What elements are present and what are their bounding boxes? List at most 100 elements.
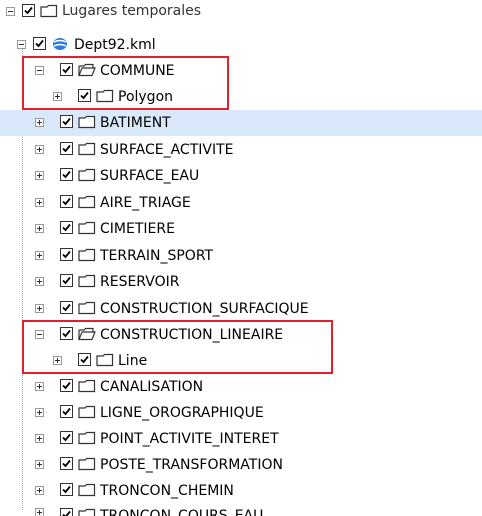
checkbox-checked-icon[interactable]: [60, 457, 73, 470]
checkbox-checked-icon[interactable]: [60, 379, 73, 392]
tree-label-commune: COMMUNE: [100, 63, 175, 79]
folder-icon: [78, 508, 96, 516]
folder-icon: [78, 115, 96, 129]
tree-row-line[interactable]: Line: [0, 348, 482, 374]
expand-icon[interactable]: [35, 277, 44, 286]
checkbox-checked-icon[interactable]: [60, 63, 73, 76]
tree-row-commune[interactable]: COMMUNE: [0, 58, 482, 84]
tree-row-folder[interactable]: LIGNE_OROGRAPHIQUE: [0, 400, 482, 426]
folder-icon: [40, 4, 58, 18]
collapse-icon[interactable]: [35, 330, 44, 339]
folder-icon: [96, 353, 114, 367]
tree-label-folder: BATIMENT: [100, 115, 171, 131]
checkbox-checked-icon[interactable]: [60, 274, 73, 287]
folder-icon: [78, 483, 96, 497]
tree-row-folder[interactable]: SURFACE_ACTIVITE: [0, 137, 482, 163]
folder-icon: [96, 89, 114, 103]
checkbox-checked-icon[interactable]: [60, 405, 73, 418]
expand-icon[interactable]: [35, 144, 44, 154]
tree-row-dept92[interactable]: Dept92.kml: [0, 32, 482, 58]
checkbox-checked-icon[interactable]: [60, 327, 73, 340]
checkbox-checked-icon[interactable]: [60, 115, 73, 128]
tree-label-dept92: Dept92.kml: [74, 37, 156, 53]
tree-label-folder: SURFACE_EAU: [100, 168, 200, 184]
expand-icon[interactable]: [35, 250, 44, 260]
checkbox-checked-icon[interactable]: [60, 508, 73, 516]
kml-globe-icon: [51, 37, 69, 51]
folder-icon: [78, 405, 96, 419]
expand-icon[interactable]: [35, 508, 44, 516]
expand-icon[interactable]: [35, 197, 44, 207]
expand-icon[interactable]: [53, 356, 62, 365]
expand-icon[interactable]: [35, 460, 44, 469]
tree-label-folder: RESERVOIR: [100, 274, 180, 290]
tree-row-bottom-partial[interactable]: TRONCON_COURS_EAU: [0, 502, 482, 516]
folder-icon: [78, 379, 96, 393]
expand-icon[interactable]: [35, 434, 44, 443]
checkbox-checked-icon[interactable]: [60, 300, 73, 314]
expand-icon[interactable]: [35, 171, 44, 180]
tree-label-line: Line: [118, 353, 148, 369]
tree-row-folder[interactable]: BATIMENT: [0, 110, 482, 136]
folder-icon: [78, 221, 96, 235]
tree-row-construction-lineaire[interactable]: CONSTRUCTION_LINEAIRE: [0, 322, 482, 348]
tree-row-polygon[interactable]: Polygon: [0, 84, 482, 110]
checkbox-checked-icon[interactable]: [60, 431, 73, 444]
folder-icon: [78, 274, 96, 288]
checkbox-checked-icon[interactable]: [60, 141, 73, 155]
checkbox-checked-icon[interactable]: [33, 37, 46, 50]
expand-icon[interactable]: [35, 303, 44, 313]
expand-icon[interactable]: [35, 118, 44, 127]
checkbox-checked-icon[interactable]: [78, 89, 91, 102]
open-folder-icon: [78, 63, 96, 77]
folder-icon: [78, 195, 96, 209]
tree-label-folder: POINT_ACTIVITE_INTERET: [100, 431, 279, 447]
tree-label-folder: LIGNE_OROGRAPHIQUE: [100, 405, 264, 421]
collapse-icon[interactable]: [6, 7, 15, 16]
tree-row-folder[interactable]: POINT_ACTIVITE_INTERET: [0, 426, 482, 452]
tree-row-folder[interactable]: RESERVOIR: [0, 269, 482, 295]
expand-icon[interactable]: [35, 408, 44, 417]
expand-icon[interactable]: [53, 92, 62, 101]
tree-label-polygon: Polygon: [118, 89, 174, 105]
tree-label-folder: AIRE_TRIAGE: [100, 194, 191, 211]
checkbox-checked-icon[interactable]: [22, 4, 35, 17]
checkbox-checked-icon[interactable]: [60, 247, 73, 261]
tree-row-folder[interactable]: CONSTRUCTION_SURFACIQUE: [0, 296, 482, 322]
tree-label-folder: CANALISATION: [100, 379, 204, 395]
tree-row-folder[interactable]: CANALISATION: [0, 374, 482, 400]
tree-label-construction-lineaire: CONSTRUCTION_LINEAIRE: [100, 327, 284, 343]
tree-row-top-partial[interactable]: Lugares temporales: [0, 3, 482, 30]
folder-icon: [78, 142, 96, 156]
open-folder-icon: [78, 327, 96, 341]
tree-row-folder[interactable]: SURFACE_EAU: [0, 163, 482, 189]
tree-row-folder[interactable]: CIMETIERE: [0, 216, 482, 242]
tree-label-folder: TERRAIN_SPORT: [100, 247, 214, 264]
tree-row-folder[interactable]: TRONCON_CHEMIN: [0, 478, 482, 504]
tree-row-folder[interactable]: TERRAIN_SPORT: [0, 243, 482, 269]
tree-label-top-partial: Lugares temporales: [62, 3, 202, 19]
folder-icon: [78, 248, 96, 262]
checkbox-checked-icon[interactable]: [78, 353, 91, 366]
tree-label-folder: CONSTRUCTION_SURFACIQUE: [100, 300, 309, 317]
checkbox-checked-icon[interactable]: [60, 194, 73, 208]
tree-label-bottom-partial: TRONCON_COURS_EAU: [100, 508, 264, 516]
expand-icon[interactable]: [35, 382, 44, 391]
expand-icon[interactable]: [35, 224, 44, 233]
tree-label-folder: SURFACE_ACTIVITE: [100, 141, 234, 158]
tree-label-folder: CIMETIERE: [100, 221, 175, 237]
tree-row-folder[interactable]: POSTE_TRANSFORMATION: [0, 452, 482, 478]
checkbox-checked-icon[interactable]: [60, 168, 73, 181]
checkbox-checked-icon[interactable]: [60, 483, 73, 496]
places-tree: Lugares temporales Dept92.kml COMMUNE Po…: [0, 0, 482, 516]
checkbox-checked-icon[interactable]: [60, 221, 73, 234]
tree-label-folder: TRONCON_CHEMIN: [100, 483, 234, 499]
folder-icon: [78, 457, 96, 471]
collapse-icon[interactable]: [17, 40, 26, 49]
tree-row-folder[interactable]: AIRE_TRIAGE: [0, 190, 482, 216]
folder-icon: [78, 301, 96, 315]
collapse-icon[interactable]: [35, 66, 44, 75]
folder-icon: [78, 431, 96, 445]
expand-icon[interactable]: [35, 486, 44, 495]
folder-icon: [78, 168, 96, 182]
